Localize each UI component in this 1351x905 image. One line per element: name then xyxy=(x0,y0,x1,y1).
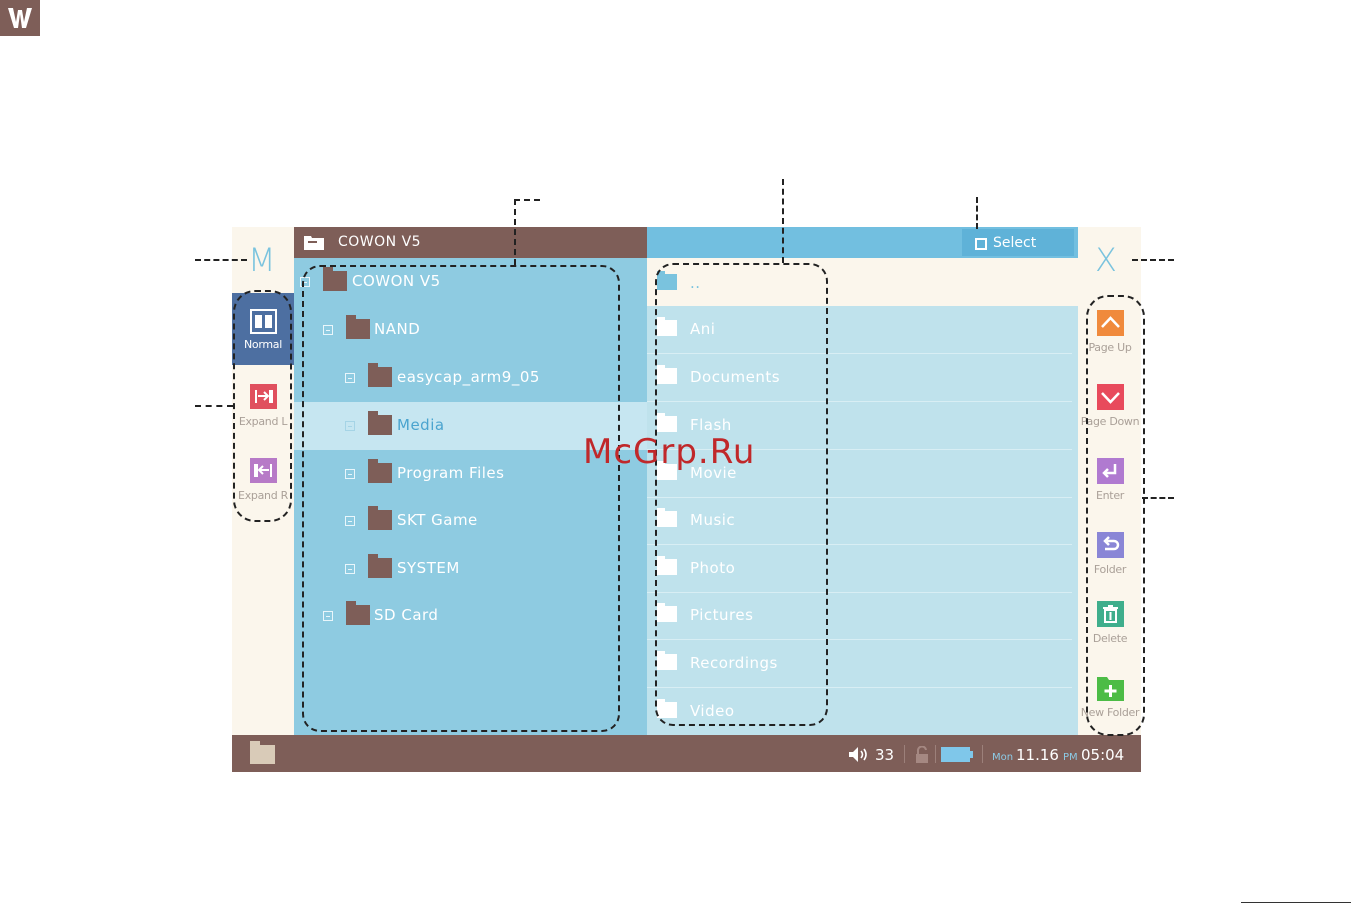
unlock-icon xyxy=(916,746,928,763)
status-divider xyxy=(982,745,983,763)
folder-icon xyxy=(304,236,324,250)
volume-icon xyxy=(849,747,867,762)
tree-header-title: COWON V5 xyxy=(338,234,422,250)
close-button[interactable]: X xyxy=(1095,241,1117,279)
select-label: Select xyxy=(993,235,1037,251)
callout-line xyxy=(514,199,516,265)
callout-line xyxy=(976,197,978,229)
ampm-label: PM xyxy=(1063,752,1078,763)
callout-line xyxy=(195,259,247,261)
callout-line xyxy=(1132,259,1174,261)
footer-rule xyxy=(1241,902,1351,903)
folder-icon xyxy=(250,741,275,764)
volume-level: 33 xyxy=(875,746,895,764)
menu-button[interactable]: M xyxy=(248,241,276,279)
callout-line xyxy=(514,199,540,201)
callout-left-buttons xyxy=(233,290,292,522)
callout-tree-area xyxy=(302,265,620,732)
tree-header: COWON V5 xyxy=(294,227,647,258)
checkbox-icon xyxy=(975,238,987,250)
callout-line xyxy=(1142,497,1174,499)
date-label: 11.16 xyxy=(1016,746,1059,764)
select-button[interactable]: Select xyxy=(962,229,1074,256)
manual-logo xyxy=(0,0,40,36)
status-divider xyxy=(935,745,936,763)
battery-icon xyxy=(941,747,973,762)
status-bar: 33 Mon 11.16 PM 05:04 xyxy=(232,735,1141,772)
callout-right-buttons xyxy=(1086,295,1145,736)
callout-list-area xyxy=(655,263,828,726)
day-label: Mon xyxy=(992,752,1014,763)
callout-line xyxy=(195,405,233,407)
callout-line xyxy=(782,179,784,263)
watermark: McGrp.Ru xyxy=(583,432,756,472)
time-label: 05:04 xyxy=(1081,746,1125,764)
status-divider xyxy=(904,745,905,763)
